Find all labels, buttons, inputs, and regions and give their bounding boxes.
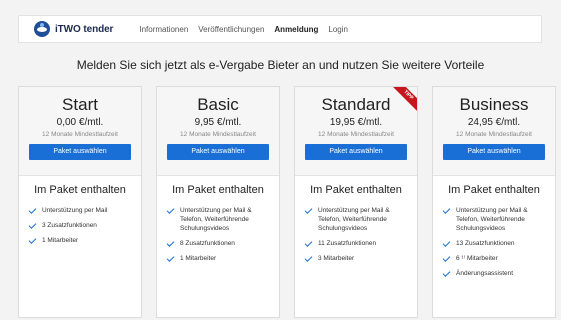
- feature-item: 6 ¹⁾ Mitarbeiter: [442, 254, 549, 263]
- plan-price: 24,95 €/mtl.: [467, 117, 521, 128]
- feature-text: 3 Zusatzfunktionen: [42, 222, 97, 229]
- check-icon: [442, 239, 451, 247]
- feature-text: 3 Mitarbeiter: [318, 255, 355, 262]
- brand-logo[interactable]: iTWO tender: [34, 21, 113, 37]
- check-icon: [166, 239, 175, 247]
- feature-item: Unterstützung per Mail & Telefon, Weiter…: [442, 206, 549, 233]
- brand-name: iTWO tender: [55, 23, 114, 35]
- feature-text: 11 Zusatzfunktionen: [318, 240, 377, 247]
- plan-term: 12 Monate Mindestlaufzeit: [318, 131, 394, 138]
- check-icon: [304, 254, 313, 262]
- feature-item: Änderungsassistent: [442, 269, 549, 278]
- nav-link-veroeffentlichungen[interactable]: Veröffentlichungen: [198, 25, 264, 34]
- feature-text: 6 ¹⁾ Mitarbeiter: [456, 255, 498, 262]
- feature-text: 1 Mitarbeiter: [180, 255, 217, 262]
- feature-text: Unterstützung per Mail & Telefon, Weiter…: [180, 207, 252, 232]
- select-package-button[interactable]: Paket auswählen: [167, 144, 269, 160]
- feature-text: Unterstützung per Mail & Telefon, Weiter…: [318, 207, 390, 232]
- plan-term: 12 Monate Mindestlaufzeit: [180, 131, 256, 138]
- feature-item: 1 Mitarbeiter: [166, 254, 273, 263]
- nav-link-login[interactable]: Login: [328, 25, 348, 34]
- top-navbar: iTWO tender Informationen Veröffentlichu…: [18, 15, 542, 43]
- plan-list: Start 0,00 €/mtl. 12 Monate Mindestlaufz…: [18, 86, 556, 318]
- feature-item: 13 Zusatzfunktionen: [442, 239, 549, 248]
- check-icon: [442, 269, 451, 277]
- plan-term: 12 Monate Mindestlaufzeit: [456, 131, 532, 138]
- plan-header: Start 0,00 €/mtl. 12 Monate Mindestlaufz…: [19, 87, 141, 176]
- features-title: Im Paket enthalten: [310, 184, 402, 196]
- page-headline: Melden Sie sich jetzt als e-Vergabe Biet…: [76, 58, 485, 72]
- feature-item: 3 Mitarbeiter: [304, 254, 411, 263]
- plan-card-business: Business 24,95 €/mtl. 12 Monate Mindestl…: [432, 86, 556, 318]
- itwo-logo-icon: [34, 21, 50, 37]
- feature-text: Unterstützung per Mail: [42, 207, 108, 214]
- plan-price: 9,95 €/mtl.: [194, 117, 242, 128]
- feature-text: 8 Zusatzfunktionen: [180, 240, 235, 247]
- features-title: Im Paket enthalten: [172, 184, 264, 196]
- plan-name: Business: [459, 95, 529, 114]
- plan-features: Im Paket enthalten Unterstützung per Mai…: [295, 176, 417, 263]
- plan-header: Standard 19,95 €/mtl. 12 Monate Mindestl…: [295, 87, 417, 176]
- feature-text: 1 Mitarbeiter: [42, 237, 79, 244]
- plan-card-basic: Basic 9,95 €/mtl. 12 Monate Mindestlaufz…: [156, 86, 280, 318]
- plan-features: Im Paket enthalten Unterstützung per Mai…: [157, 176, 279, 263]
- check-icon: [304, 206, 313, 214]
- feature-item: Unterstützung per Mail: [28, 206, 135, 215]
- plan-card-start: Start 0,00 €/mtl. 12 Monate Mindestlaufz…: [18, 86, 142, 318]
- plan-term: 12 Monate Mindestlaufzeit: [42, 131, 118, 138]
- check-icon: [304, 239, 313, 247]
- plan-price: 19,95 €/mtl.: [329, 117, 383, 128]
- plan-card-standard: TIPP Standard 19,95 €/mtl. 12 Monate Min…: [294, 86, 418, 318]
- features-title: Im Paket enthalten: [448, 184, 540, 196]
- feature-item: Unterstützung per Mail & Telefon, Weiter…: [304, 206, 411, 233]
- feature-item: 1 Mitarbeiter: [28, 236, 135, 245]
- nav-links: Informationen Veröffentlichungen Anmeldu…: [139, 25, 358, 34]
- select-package-button[interactable]: Paket auswählen: [29, 144, 131, 160]
- plan-price: 0,00 €/mtl.: [56, 117, 104, 128]
- check-icon: [28, 236, 37, 244]
- check-icon: [28, 206, 37, 214]
- check-icon: [442, 254, 451, 262]
- check-icon: [166, 206, 175, 214]
- feature-item: 11 Zusatzfunktionen: [304, 239, 411, 248]
- select-package-button[interactable]: Paket auswählen: [443, 144, 545, 160]
- nav-link-informationen[interactable]: Informationen: [139, 25, 188, 34]
- check-icon: [28, 221, 37, 229]
- plan-header: Basic 9,95 €/mtl. 12 Monate Mindestlaufz…: [157, 87, 279, 176]
- plan-features: Im Paket enthalten Unterstützung per Mai…: [19, 176, 141, 245]
- features-title: Im Paket enthalten: [34, 184, 126, 196]
- nav-link-anmeldung[interactable]: Anmeldung: [274, 25, 318, 34]
- feature-item: 3 Zusatzfunktionen: [28, 221, 135, 230]
- feature-item: Unterstützung per Mail & Telefon, Weiter…: [166, 206, 273, 233]
- select-package-button[interactable]: Paket auswählen: [305, 144, 407, 160]
- feature-item: 8 Zusatzfunktionen: [166, 239, 273, 248]
- check-icon: [166, 254, 175, 262]
- feature-text: Änderungsassistent: [456, 270, 514, 277]
- plan-name: Basic: [197, 95, 239, 114]
- feature-text: 13 Zusatzfunktionen: [456, 240, 515, 247]
- plan-name: Start: [62, 95, 98, 114]
- feature-text: Unterstützung per Mail & Telefon, Weiter…: [456, 207, 528, 232]
- check-icon: [442, 206, 451, 214]
- plan-header: Business 24,95 €/mtl. 12 Monate Mindestl…: [433, 87, 555, 176]
- plan-features: Im Paket enthalten Unterstützung per Mai…: [433, 176, 555, 278]
